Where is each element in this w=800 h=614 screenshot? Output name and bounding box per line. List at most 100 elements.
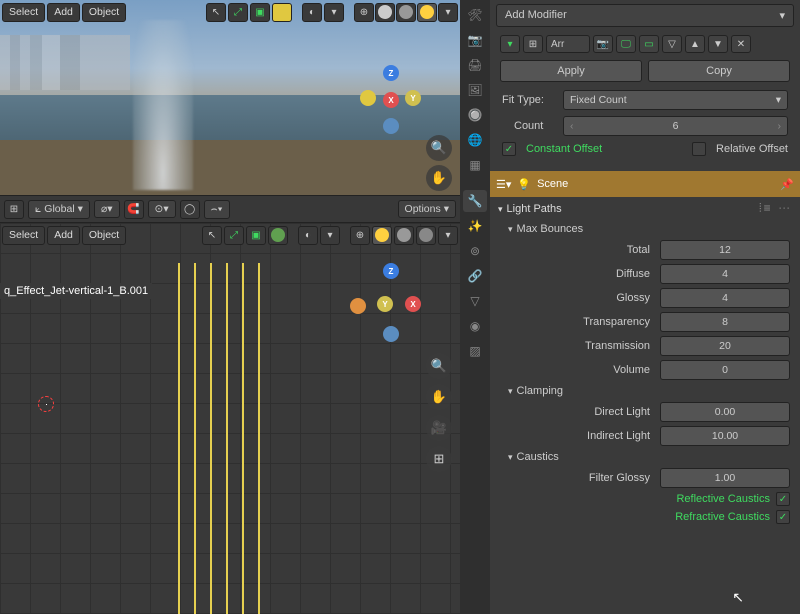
filter-glossy-field[interactable]: 1.00 <box>660 468 790 488</box>
constant-offset-checkbox[interactable] <box>502 142 516 156</box>
refractive-caustics-checkbox[interactable] <box>776 510 790 524</box>
add-menu-2[interactable]: Add <box>47 226 80 245</box>
editor-type-icon[interactable]: ☰▾ <box>496 178 511 191</box>
tab-output-icon[interactable]: 🖨 <box>463 54 487 76</box>
solid-mode-icon-2[interactable] <box>372 226 392 245</box>
dropdown-icon-2[interactable]: ▾ <box>320 226 340 245</box>
select-menu-2[interactable]: Select <box>2 226 45 245</box>
count-field[interactable]: 6 <box>563 116 788 136</box>
move-tool-icon[interactable]: ⤢ <box>228 3 248 22</box>
falloff-dropdown[interactable]: ⌢▾ <box>204 200 230 219</box>
transparency-field[interactable]: 8 <box>660 312 790 332</box>
gizmo2-z-neg[interactable] <box>383 326 399 342</box>
relative-offset-checkbox[interactable] <box>692 142 706 156</box>
lookdev-mode-icon[interactable] <box>396 3 416 22</box>
zoom-icon-2[interactable]: 🔍 <box>426 353 452 379</box>
transmission-field[interactable]: 20 <box>660 336 790 356</box>
camera-view-icon[interactable]: 🎥 <box>426 415 452 441</box>
wireframe-mode-icon[interactable]: ⊕ <box>354 3 374 22</box>
lookdev-mode-icon-2[interactable] <box>394 226 414 245</box>
direct-light-field[interactable]: 0.00 <box>660 402 790 422</box>
overlay-icon-2[interactable]: ◐ <box>298 226 318 245</box>
pan-icon[interactable]: ✋ <box>426 165 452 191</box>
add-menu[interactable]: Add <box>47 3 80 22</box>
tab-constraints-icon[interactable]: 🔗 <box>463 265 487 287</box>
snap-element-dropdown[interactable]: ⊙▾ <box>148 200 176 218</box>
caustics-header[interactable]: Caustics <box>490 448 800 466</box>
object-menu-2[interactable]: Object <box>82 226 126 245</box>
gizmo2-neg[interactable] <box>350 298 366 314</box>
viewport-3d-top[interactable]: Select Add Object ↖ ⤢ ▣ ◐ ▾ ⊕ ▾ <box>0 0 460 195</box>
tab-scene-icon[interactable]: 🔘 <box>463 104 487 126</box>
orientation-icon[interactable]: ⊞ <box>4 200 24 219</box>
glossy-field[interactable]: 4 <box>660 288 790 308</box>
options-dropdown[interactable]: Options▾ <box>398 200 456 218</box>
gizmo-neg[interactable] <box>360 90 376 106</box>
perspective-icon[interactable]: ⊞ <box>426 446 452 472</box>
diffuse-field[interactable]: 4 <box>660 264 790 284</box>
apply-button[interactable]: Apply <box>500 60 642 82</box>
tab-tool-icon[interactable]: 🛠 <box>463 4 487 26</box>
overlay-icon[interactable]: ◐ <box>302 3 322 22</box>
gizmo2-y[interactable]: Y <box>377 296 393 312</box>
tab-texture-icon[interactable]: ▨ <box>463 340 487 362</box>
move-tool-icon-2[interactable]: ⤢ <box>224 226 244 245</box>
nav-gizmo[interactable]: Z X Y <box>355 70 425 140</box>
gizmo-z-neg[interactable] <box>383 118 399 134</box>
shading-dot-2[interactable] <box>268 226 288 245</box>
tab-object-icon[interactable]: ▦ <box>463 154 487 176</box>
volume-field[interactable]: 0 <box>660 360 790 380</box>
shading-dropdown-icon[interactable]: ▾ <box>438 3 458 22</box>
rendered-mode-icon-2[interactable] <box>416 226 436 245</box>
render-toggle-icon[interactable]: 📷 <box>593 35 613 53</box>
reflective-caustics-checkbox[interactable] <box>776 492 790 506</box>
object-menu[interactable]: Object <box>82 3 126 22</box>
tab-particles-icon[interactable]: ✨ <box>463 215 487 237</box>
editmode-toggle-icon[interactable]: ▭ <box>639 35 659 53</box>
cursor-tool-icon[interactable]: ↖ <box>206 3 226 22</box>
transform-orientation-dropdown[interactable]: ⟀ Global▾ <box>28 200 90 219</box>
gizmo2-z[interactable]: Z <box>383 263 399 279</box>
nav-gizmo-2[interactable]: Z Y X <box>355 268 425 338</box>
viewport-3d-bottom[interactable]: Select Add Object ↖ ⤢ ▣ ◐ ▾ ⊕ ▾ q_Effect… <box>0 223 460 614</box>
clamping-header[interactable]: Clamping <box>490 382 800 400</box>
dropdown-icon[interactable]: ▾ <box>324 3 344 22</box>
shading-dot[interactable] <box>272 3 292 22</box>
wireframe-mode-icon-2[interactable]: ⊕ <box>350 226 370 245</box>
tab-modifier-icon[interactable]: 🔧 <box>463 190 487 212</box>
pan-icon-2[interactable]: ✋ <box>426 384 452 410</box>
shading-dropdown-icon-2[interactable]: ▾ <box>438 226 458 245</box>
modifier-name-field[interactable]: Arr <box>546 35 590 53</box>
delete-modifier-icon[interactable]: ✕ <box>731 35 751 53</box>
proportional-icon[interactable]: ◯ <box>180 200 200 219</box>
light-paths-header[interactable]: Light Paths ⦙≡ ⋯ <box>490 197 800 220</box>
max-bounces-header[interactable]: Max Bounces <box>490 220 800 238</box>
gizmo-x[interactable]: X <box>383 92 399 108</box>
gizmo2-x[interactable]: X <box>405 296 421 312</box>
camera-icon-2[interactable]: ▣ <box>246 226 266 245</box>
select-menu[interactable]: Select <box>2 3 45 22</box>
tab-mesh-icon[interactable]: ▽ <box>463 290 487 312</box>
preset-icon[interactable]: ⦙≡ ⋯ <box>759 201 792 216</box>
fit-type-dropdown[interactable]: Fixed Count▾ <box>563 90 788 110</box>
gizmo-y[interactable]: Y <box>405 90 421 106</box>
expand-icon[interactable]: ▾ <box>500 35 520 53</box>
total-field[interactable]: 12 <box>660 240 790 260</box>
tab-render-icon[interactable]: 📷 <box>463 29 487 51</box>
rendered-mode-icon[interactable] <box>417 3 437 22</box>
move-up-icon[interactable]: ▲ <box>685 35 705 53</box>
tab-viewlayer-icon[interactable]: 🖼 <box>463 79 487 101</box>
pin-icon[interactable]: 📌 <box>780 178 794 191</box>
camera-icon[interactable]: ▣ <box>250 3 270 22</box>
solid-mode-icon[interactable] <box>375 3 395 22</box>
add-modifier-dropdown[interactable]: Add Modifier▾ <box>496 4 794 27</box>
tab-world-icon[interactable]: 🌐 <box>463 129 487 151</box>
tab-physics-icon[interactable]: ⊚ <box>463 240 487 262</box>
snap-toggle-icon[interactable]: 🧲 <box>124 200 144 219</box>
indirect-light-field[interactable]: 10.00 <box>660 426 790 446</box>
move-down-icon[interactable]: ▼ <box>708 35 728 53</box>
cage-toggle-icon[interactable]: ▽ <box>662 35 682 53</box>
cursor-tool-icon-2[interactable]: ↖ <box>202 226 222 245</box>
realtime-toggle-icon[interactable]: 🖵 <box>616 35 636 53</box>
tab-material-icon[interactable]: ◉ <box>463 315 487 337</box>
